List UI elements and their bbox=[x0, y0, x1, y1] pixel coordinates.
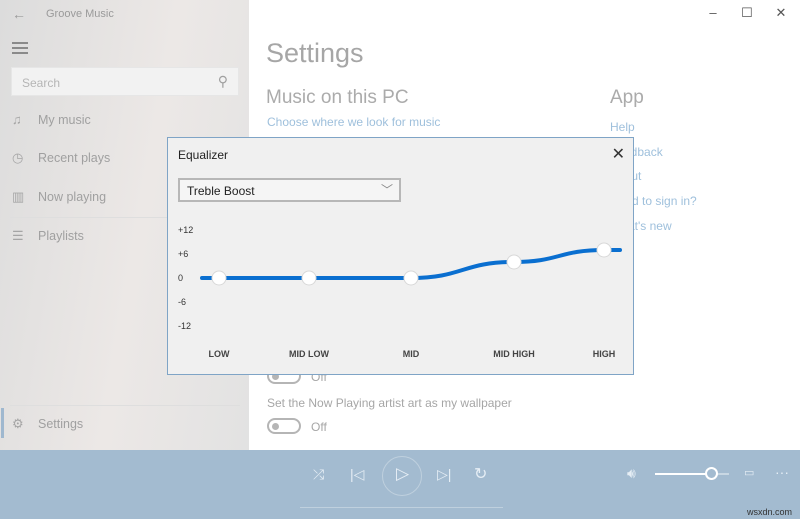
eq-chart bbox=[200, 242, 622, 286]
playlist-icon: ☰ bbox=[12, 228, 24, 243]
choose-folders-link[interactable]: Choose where we look for music bbox=[267, 115, 440, 129]
watermark: wsxdn.com bbox=[746, 507, 792, 517]
equalizer-dialog: Equalizer ✕ Treble Boost ﹀ +12 +6 0 -6 -… bbox=[167, 137, 634, 375]
sidebar-divider bbox=[10, 405, 240, 406]
repeat-icon[interactable]: ↻ bbox=[474, 464, 487, 484]
volume-icon[interactable]: 🔊︎ bbox=[627, 465, 636, 482]
sidebar-item-label: Settings bbox=[38, 417, 84, 431]
toggle-knob bbox=[272, 423, 279, 430]
page-title: Settings bbox=[266, 38, 364, 68]
eq-handle-mid[interactable] bbox=[403, 270, 419, 286]
help-link[interactable]: Help bbox=[610, 120, 635, 134]
play-icon[interactable]: ▷ bbox=[396, 464, 409, 484]
search-placeholder: Search bbox=[22, 76, 61, 90]
wallpaper-toggle[interactable] bbox=[267, 418, 301, 434]
sidebar-item-my-music[interactable]: ♫ My music bbox=[0, 106, 249, 136]
sidebar-item-label: Playlists bbox=[38, 229, 84, 243]
sidebar-item-label: Recent plays bbox=[38, 151, 111, 165]
wallpaper-option-label: Set the Now Playing artist art as my wal… bbox=[267, 396, 512, 410]
next-icon[interactable]: ▷| bbox=[437, 466, 451, 483]
app-title: Groove Music bbox=[46, 8, 114, 20]
back-arrow-icon[interactable]: ← bbox=[12, 6, 26, 22]
title-bar: ← Groove Music – ☐ ✕ bbox=[0, 0, 800, 30]
eq-handle-low[interactable] bbox=[211, 270, 227, 286]
search-icon[interactable]: ⚲ bbox=[218, 73, 228, 90]
more-options-icon[interactable]: ··· bbox=[775, 464, 789, 480]
volume-slider-track[interactable] bbox=[717, 473, 729, 475]
eq-handle-high[interactable] bbox=[596, 242, 612, 258]
mini-player-icon[interactable]: ▭ bbox=[744, 466, 754, 479]
close-button[interactable]: ✕ bbox=[766, 5, 796, 21]
wallpaper-toggle-state: Off bbox=[311, 420, 327, 434]
sidebar-item-label: Now playing bbox=[38, 190, 107, 204]
eq-handle-mid-high[interactable] bbox=[506, 254, 522, 270]
sidebar-item-label: My music bbox=[38, 113, 91, 127]
music-section-heading: Music on this PC bbox=[266, 87, 409, 108]
app-section-heading: App bbox=[610, 87, 644, 108]
hamburger-menu-icon[interactable] bbox=[12, 42, 28, 57]
previous-icon[interactable]: |◁ bbox=[350, 466, 364, 483]
eq-handle-mid-low[interactable] bbox=[301, 270, 317, 286]
sidebar-item-settings[interactable]: ⚙ Settings bbox=[0, 410, 249, 440]
minimize-button[interactable]: – bbox=[698, 5, 728, 20]
clock-icon: ◷ bbox=[12, 150, 24, 165]
search-input[interactable]: Search ⚲ bbox=[11, 67, 239, 96]
volume-slider-handle[interactable] bbox=[705, 467, 718, 480]
volume-slider-fill[interactable] bbox=[655, 473, 709, 475]
maximize-button[interactable]: ☐ bbox=[732, 5, 762, 21]
seek-bar[interactable] bbox=[300, 507, 503, 508]
shuffle-icon[interactable]: ⤮ bbox=[313, 466, 324, 483]
music-note-icon: ♫ bbox=[12, 112, 22, 127]
bars-icon: ▥ bbox=[12, 189, 25, 204]
gear-icon: ⚙ bbox=[12, 416, 24, 431]
